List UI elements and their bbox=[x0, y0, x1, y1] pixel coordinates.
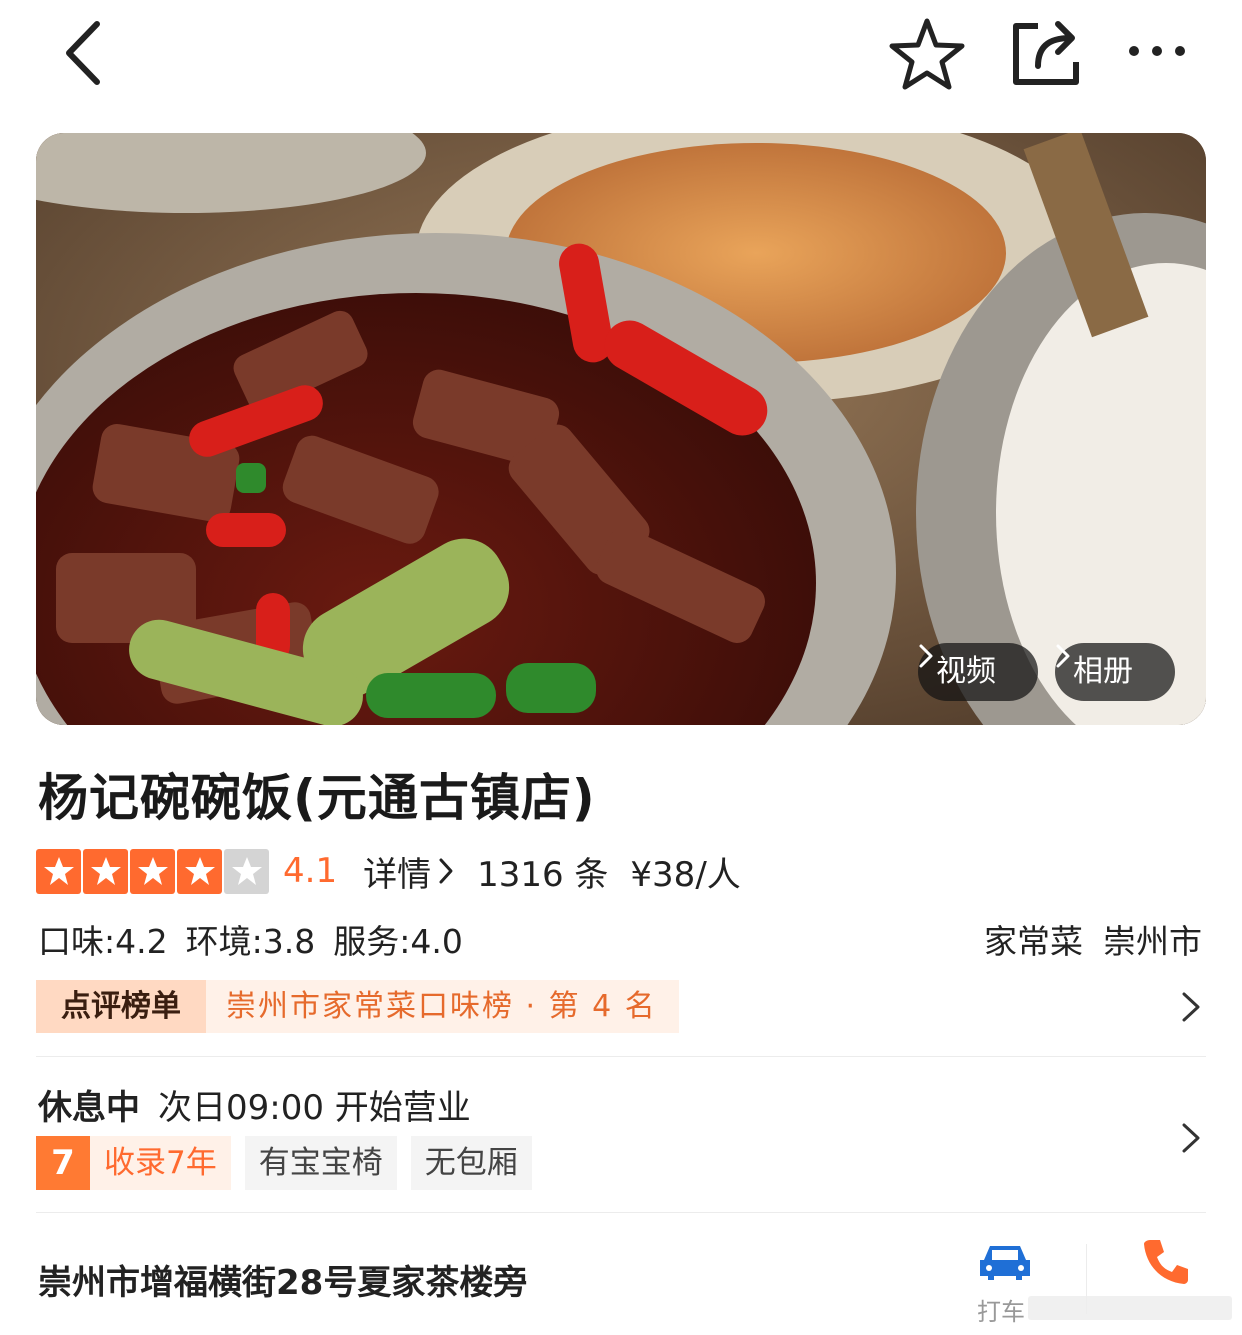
shop-name: 杨记碗碗饭(元通古镇店) bbox=[38, 769, 596, 827]
rating-row: 4.1 详情 1316 条 ¥38/人 bbox=[36, 845, 741, 897]
ranking-banner[interactable]: 点评榜单 崇州市家常菜口味榜 · 第 4 名 bbox=[36, 980, 679, 1033]
hero-photo[interactable]: 视频 相册 bbox=[36, 133, 1206, 725]
sub-scores: 口味:4.2 环境:3.8 服务:4.0 bbox=[38, 915, 481, 963]
video-label: 视频 bbox=[936, 654, 996, 689]
city: 崇州市 bbox=[1103, 922, 1202, 961]
divider bbox=[36, 1212, 1206, 1213]
back-arrow-icon[interactable] bbox=[55, 18, 115, 88]
category-location: 家常菜 崇州市 bbox=[964, 915, 1202, 963]
favorite-star-icon[interactable] bbox=[888, 16, 966, 92]
watermark bbox=[1028, 1296, 1232, 1320]
chevron-right-icon bbox=[1056, 644, 1070, 668]
business-hours[interactable]: 休息中 次日09:00 开始营业 bbox=[38, 1080, 471, 1129]
taxi-label: 打车 bbox=[977, 1298, 1025, 1326]
tag-no-private-room: 无包厢 bbox=[410, 1136, 532, 1190]
next-open-time: 次日09:00 开始营业 bbox=[158, 1088, 471, 1128]
chevron-right-icon[interactable] bbox=[1180, 1121, 1202, 1155]
detail-label: 详情 bbox=[363, 854, 432, 895]
star-icon-filled bbox=[177, 848, 222, 894]
review-count: 1316 条 bbox=[477, 854, 609, 895]
rating-score: 4.1 bbox=[283, 851, 338, 891]
years-text: 收录7年 bbox=[104, 1145, 217, 1181]
album-label: 相册 bbox=[1073, 654, 1133, 689]
star-icon-empty bbox=[224, 848, 269, 894]
more-options-icon[interactable] bbox=[1122, 36, 1192, 66]
share-icon[interactable] bbox=[1008, 16, 1084, 88]
phone-icon[interactable] bbox=[1142, 1236, 1190, 1286]
chevron-right-icon[interactable] bbox=[1180, 990, 1202, 1024]
price-per-person: ¥38/人 bbox=[630, 854, 741, 895]
environment-score: 环境:3.8 bbox=[185, 922, 316, 961]
star-rating bbox=[36, 848, 269, 894]
category: 家常菜 bbox=[984, 922, 1083, 961]
ranking-label: 点评榜单 bbox=[36, 980, 206, 1033]
ranking-text: 崇州市家常菜口味榜 · 第 4 名 bbox=[206, 980, 679, 1033]
chevron-right-icon bbox=[439, 858, 453, 884]
service-score: 服务:4.0 bbox=[333, 922, 463, 961]
star-icon-filled bbox=[130, 848, 175, 894]
top-nav-bar bbox=[0, 0, 1242, 110]
star-icon-filled bbox=[36, 848, 81, 894]
chevron-right-icon bbox=[919, 644, 933, 668]
shop-address[interactable]: 崇州市增福横街28号夏家茶楼旁 bbox=[38, 1255, 527, 1304]
taste-score: 口味:4.2 bbox=[38, 922, 168, 961]
food-photo-illustration bbox=[36, 133, 1206, 725]
tag-listed-years: 7 收录7年 bbox=[36, 1136, 231, 1190]
years-badge: 7 bbox=[36, 1136, 90, 1190]
status-closed: 休息中 bbox=[38, 1088, 140, 1128]
divider bbox=[36, 1056, 1206, 1057]
video-button[interactable]: 视频 bbox=[918, 643, 1038, 701]
rating-detail-link[interactable]: 详情 bbox=[363, 847, 455, 896]
tag-baby-chair: 有宝宝椅 bbox=[244, 1136, 397, 1190]
star-icon-filled bbox=[83, 848, 128, 894]
feature-tags: 7 收录7年 有宝宝椅 无包厢 bbox=[36, 1136, 532, 1190]
taxi-car-icon[interactable] bbox=[976, 1240, 1034, 1284]
album-button[interactable]: 相册 bbox=[1055, 643, 1175, 701]
